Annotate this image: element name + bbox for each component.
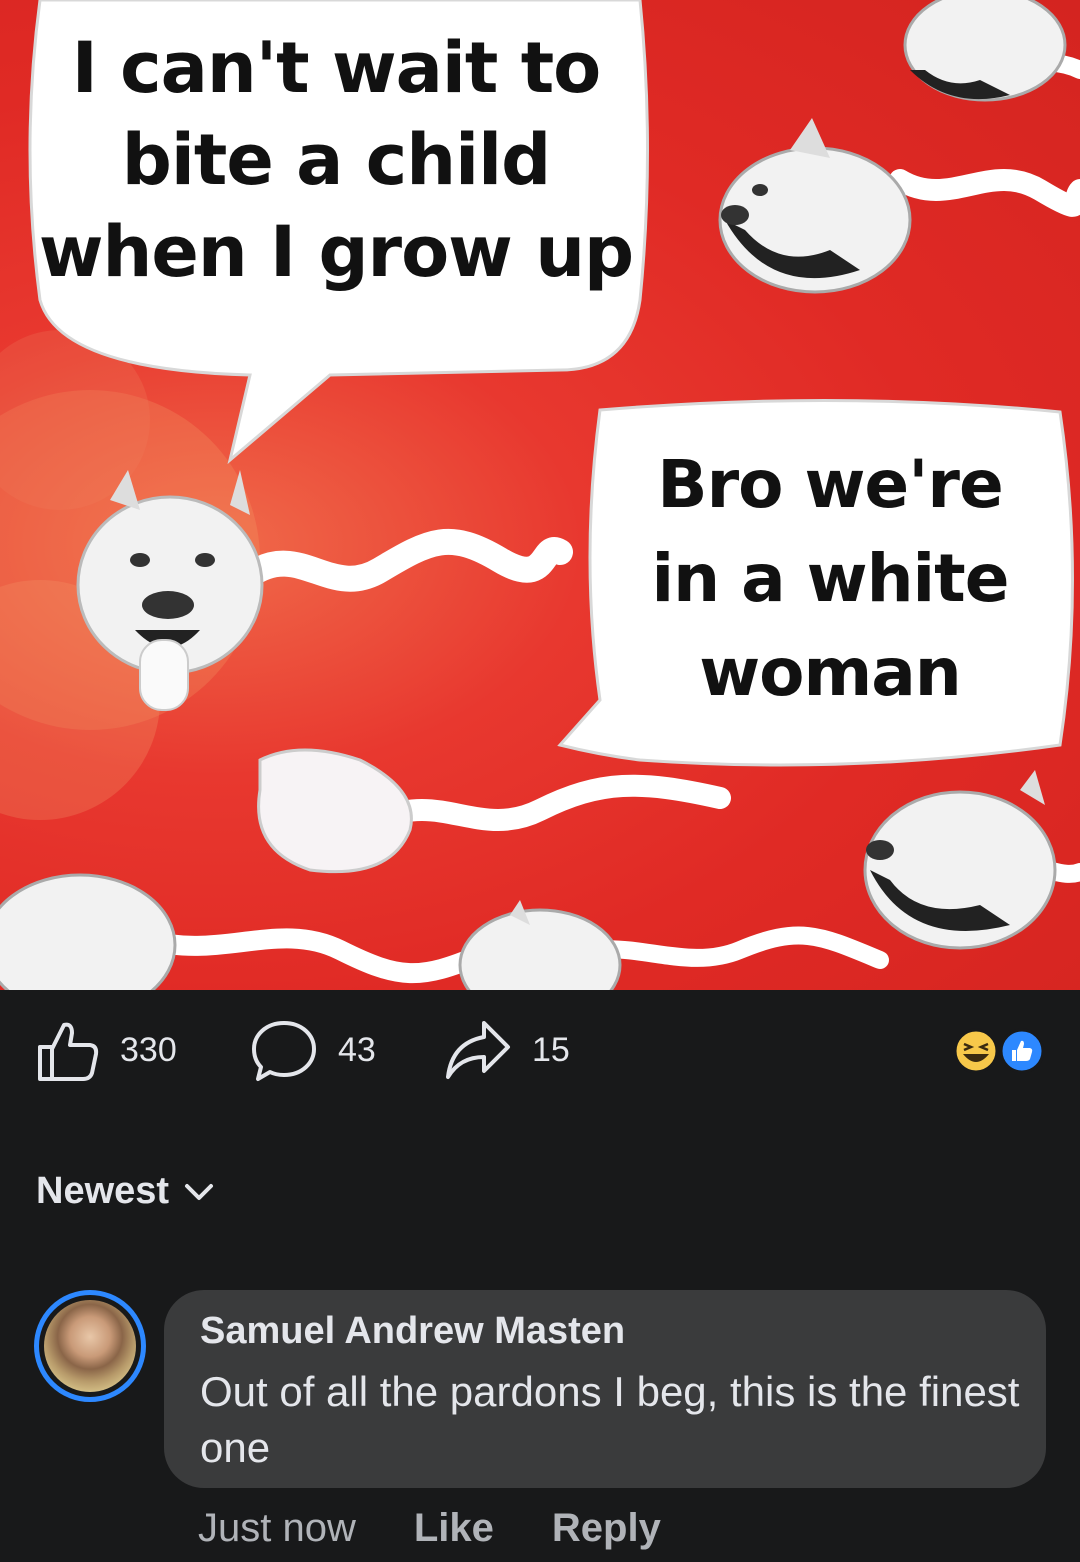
dog-head-top-right — [718, 118, 912, 294]
comment-like-button[interactable]: Like — [414, 1506, 494, 1551]
comment-sort-dropdown[interactable]: Newest — [36, 1170, 215, 1213]
haha-icon — [953, 1028, 999, 1074]
comment-text: Out of all the pardons I beg, this is th… — [200, 1368, 1020, 1471]
speech-bubble-left-text: I can't wait to bite a child when I grow… — [38, 27, 634, 293]
dog-head-bottom-left — [0, 873, 177, 990]
dog-head-corner — [903, 0, 1067, 102]
reaction-summary[interactable] — [952, 1028, 1048, 1074]
share-count: 15 — [532, 1030, 570, 1069]
comment-bubble: Samuel Andrew Masten Out of all the pard… — [164, 1290, 1046, 1488]
post-image[interactable]: I can't wait to bite a child when I grow… — [0, 0, 1080, 990]
comment-author[interactable]: Samuel Andrew Masten — [200, 1310, 625, 1353]
comment-timestamp: Just now — [198, 1506, 356, 1550]
comment-button[interactable]: 43 — [250, 1020, 376, 1081]
share-arrow-icon — [446, 1021, 510, 1079]
thumbs-up-icon — [38, 1022, 99, 1081]
comment-meta: Just now Like Reply — [198, 1506, 719, 1551]
like-count: 330 — [120, 1030, 177, 1069]
comment-bubble-icon — [252, 1021, 316, 1081]
egg-shape — [257, 748, 413, 874]
like-icon — [999, 1028, 1045, 1074]
like-button[interactable]: 330 — [34, 1020, 177, 1081]
comment-count: 43 — [338, 1030, 376, 1069]
dog-head-bottom-right — [863, 770, 1057, 950]
comment-reply-button[interactable]: Reply — [552, 1506, 661, 1551]
sort-label: Newest — [36, 1170, 170, 1212]
chevron-down-icon — [185, 1183, 214, 1200]
avatar[interactable] — [34, 1290, 146, 1402]
dog-head-bottom-middle — [458, 900, 622, 990]
avatar-photo — [44, 1300, 136, 1392]
share-button[interactable]: 15 — [444, 1020, 570, 1080]
speech-bubble-right-text: Bro we're in a white woman — [651, 446, 1010, 711]
post-action-bar: 330 43 15 — [0, 990, 1080, 1120]
